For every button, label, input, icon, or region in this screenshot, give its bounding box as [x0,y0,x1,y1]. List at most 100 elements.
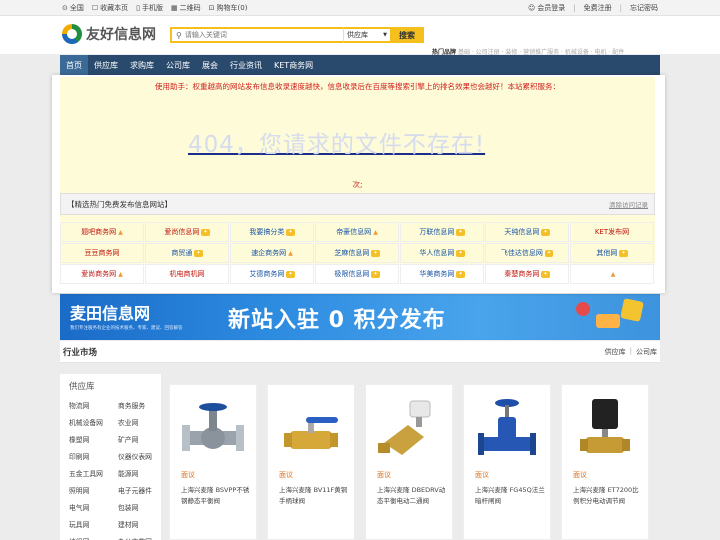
nav-tab-news[interactable]: 行业资讯 [224,55,268,75]
product-name[interactable]: 上海兴麦隆 ET7200比例积分电动调节阀 [573,485,643,507]
divider: | [619,3,622,12]
banner-tagline: 我们专注服务有企业的技术服务、专家、建议、回答解答 [70,326,183,331]
rank-up-icon: ▲ [373,228,378,236]
vip-badge-icon: ✦ [544,249,554,257]
vip-badge-icon: ✦ [619,249,628,257]
market-links: 供应库 | 公司库 [605,347,657,357]
search-button[interactable]: 搜索 [390,27,424,43]
nav-tab-company[interactable]: 公司库 [160,55,196,75]
market-link-supply[interactable]: 供应库 [605,347,626,357]
product-card[interactable]: 面议上海兴麦隆 ET7200比例积分电动调节阀 [561,384,649,540]
product-name[interactable]: 上海兴麦隆 BV11F黄铜手柄球阀 [279,485,349,507]
site-link[interactable]: 爱尚商务网 ▲ [60,264,144,284]
site-link[interactable]: 万联信息网 ✦ [400,222,484,242]
site-name: 速企商务网 [251,249,287,257]
search-input[interactable] [184,31,335,39]
site-link[interactable]: 题吧商务网 ▲ [60,222,144,242]
vip-badge-icon: ✦ [201,228,210,236]
site-link[interactable]: 极限信息网 ✦ [315,264,399,284]
site-name: KET发布网 [594,228,630,236]
product-card[interactable]: 面议 上海兴麦隆 FG45Q法兰暗杆闸阀 [463,384,551,540]
promo-banner[interactable]: 麦田信息网 我们专注服务有企业的技术服务、专家、建议、回答解答 新站入驻 0 积… [60,294,660,340]
category-item[interactable]: 纺织网 [69,536,118,540]
category-item[interactable]: 印刷网 [69,451,118,461]
product-price: 面议 [377,471,391,479]
mobile-link[interactable]: ▯ 手机版 [136,3,163,13]
product-card[interactable]: 面议 上海兴麦隆 BSVPP不锈钢静态平衡阀 [169,384,257,540]
banner-brand: 麦田信息网 [70,304,151,323]
category-item[interactable]: 五金工具网 [69,468,118,478]
category-item[interactable]: 能源网 [118,468,167,478]
banner-slogan: 新站入驻 0 积分发布 [228,308,446,333]
actuator-icon[interactable] [570,393,640,467]
category-item[interactable]: 矿产网 [118,434,167,444]
product-card[interactable]: 面议 上海兴麦隆 BV11F黄铜手柄球阀 [267,384,355,540]
site-link[interactable]: KET发布网 [570,222,654,242]
site-link[interactable]: 其他网 ✦ [570,243,654,263]
vip-badge-icon: ✦ [541,270,550,278]
site-name: 商贸通 [171,249,193,257]
site-link[interactable]: 我要搞分类 ✦ [230,222,314,242]
product-name[interactable]: 上海兴麦隆 DBEDRV动态平衡电动二通阀 [377,485,447,507]
chevron-down-icon: ▼ [383,32,387,38]
nav-tab-ket[interactable]: KET商务网 [268,55,319,75]
product-price: 面议 [573,471,587,479]
category-item[interactable]: 建材网 [118,519,167,529]
site-link[interactable]: 芝麻信息网 ✦ [315,243,399,263]
site-link[interactable]: 商贸通 ✦ [145,243,229,263]
nav-tab-purchase[interactable]: 求购库 [124,55,160,75]
site-link[interactable]: 帝豪信息网 ▲ [315,222,399,242]
category-item[interactable]: 玩具网 [69,519,118,529]
vip-badge-icon: ✦ [456,249,465,257]
category-item[interactable]: 仪器仪表网 [118,451,167,461]
phone-icon: ▯ [136,3,141,12]
cart-link[interactable]: ⊡ 购物车(0) [209,3,248,13]
market-link-company[interactable]: 公司库 [636,347,657,357]
category-item[interactable]: 照明网 [69,485,118,495]
site-link[interactable]: 速企商务网 ▲ [230,243,314,263]
forgot-password-link[interactable]: 忘记密码 [630,3,658,13]
category-item[interactable]: 商务服务 [118,400,167,410]
site-link[interactable]: 天纯信息网 ✦ [485,222,569,242]
category-item[interactable]: 机械设备网 [69,417,118,427]
site-name: 我要搞分类 [249,228,285,236]
site-link[interactable]: 爱尚信息网 ✦ [145,222,229,242]
ball-valve-icon[interactable] [276,393,346,467]
valve-flange-icon[interactable] [178,393,248,467]
login-link[interactable]: ☺ 会员登录 [528,3,565,13]
product-name[interactable]: 上海兴麦隆 BSVPP不锈钢静态平衡阀 [181,485,251,507]
category-item[interactable]: 电气网 [69,502,118,512]
market-section-header: 行业市场 供应库 | 公司库 [60,341,660,363]
nav-tab-home[interactable]: 首页 [60,55,88,75]
site-logo[interactable]: 友好信息网 [62,24,156,44]
category-item[interactable]: 包装网 [118,502,167,512]
error-message[interactable]: 404，您请求的文件不存在! [188,125,485,159]
site-link[interactable]: 豆豆商务网 [60,243,144,263]
clear-history-link[interactable]: 清除访问记录 [609,199,648,209]
search-scope-select[interactable]: 供应库 ▼ [343,27,390,43]
category-item[interactable]: 农业网 [118,417,167,427]
category-item[interactable]: 办公文教网 [118,536,167,540]
nav-tab-expo[interactable]: 展会 [196,55,224,75]
site-link[interactable]: 秦楚商务网 ✦ [485,264,569,284]
location-link[interactable]: ⊙ 全国 [62,3,84,13]
nav-tab-supply[interactable]: 供应库 [88,55,124,75]
site-link[interactable]: 艾德商务网 ✦ [230,264,314,284]
product-name[interactable]: 上海兴麦隆 FG45Q法兰暗杆闸阀 [475,485,545,507]
category-item[interactable]: 物流网 [69,400,118,410]
qrcode-link[interactable]: ▦ 二维码 [171,3,201,13]
site-link[interactable]: 华人信息网 ✦ [400,243,484,263]
gate-valve-icon[interactable] [472,393,542,467]
site-link[interactable]: 飞佳达信息网 ✦ [485,243,569,263]
product-card[interactable]: 面议上海兴麦隆 DBEDRV动态平衡电动二通阀 [365,384,453,540]
site-link[interactable]: 华美商务网 ✦ [400,264,484,284]
register-link[interactable]: 免费注册 [584,3,612,13]
site-link[interactable]: 机电商机网 [145,264,229,284]
product-list: 面议 上海兴麦隆 BSVPP不锈钢静态平衡阀 面议 上海兴麦隆 BV11F黄铜手柄球阀… [169,384,649,540]
site-link[interactable]: ▲ [570,264,654,284]
bookmark-link[interactable]: ☐ 收藏本页 [92,3,128,13]
electric-valve-icon[interactable] [374,393,444,467]
category-item[interactable]: 橡塑网 [69,434,118,444]
category-item[interactable]: 电子元器件 [118,485,167,495]
site-name: 爱尚信息网 [164,228,200,236]
